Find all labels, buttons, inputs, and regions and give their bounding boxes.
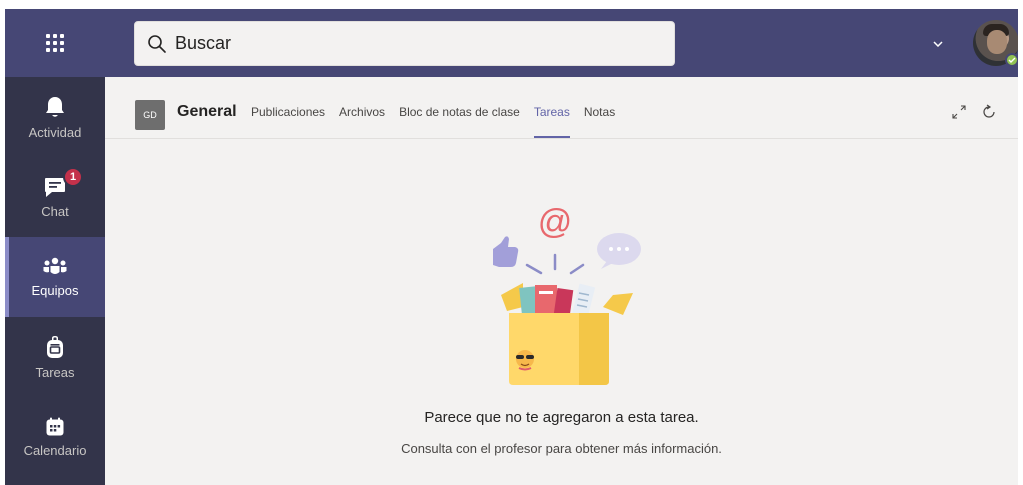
- chat-unread-badge: 1: [63, 167, 83, 187]
- rail-item-tareas[interactable]: Tareas: [5, 317, 105, 397]
- rail-item-equipos[interactable]: Equipos: [5, 237, 105, 317]
- rail-item-label: Actividad: [28, 124, 82, 140]
- profile-menu-chevron[interactable]: [930, 36, 946, 52]
- assignments-empty-state: @ Parece que no te agregaron a esta tare…: [105, 139, 1018, 485]
- channel-header: GD General Publicaciones Archivos Bloc d…: [105, 77, 1018, 139]
- tab-bloc-de-notas[interactable]: Bloc de notas de clase: [399, 105, 520, 138]
- top-bar: Buscar: [5, 9, 1018, 77]
- tab-notas[interactable]: Notas: [584, 105, 615, 138]
- backpack-icon: [47, 335, 63, 358]
- rail-item-calendario[interactable]: Calendario: [5, 397, 105, 477]
- rail-item-label: Chat: [41, 203, 69, 219]
- teams-icon: [43, 257, 67, 274]
- empty-box-illustration: @: [493, 203, 641, 385]
- calendar-icon: [46, 417, 64, 435]
- bell-icon: [46, 96, 64, 117]
- svg-text:@: @: [538, 203, 573, 241]
- app-launcher-button[interactable]: [5, 9, 105, 77]
- waffle-icon: [46, 34, 64, 52]
- presence-available-icon: [1005, 53, 1018, 67]
- app-bar: Actividad Chat 1 Equipos Tareas Calendar…: [5, 77, 105, 485]
- chevron-down-icon: [933, 41, 943, 47]
- rail-item-label: Tareas: [35, 364, 75, 380]
- search-placeholder: Buscar: [175, 33, 232, 53]
- tab-archivos[interactable]: Archivos: [339, 105, 385, 138]
- rail-item-actividad[interactable]: Actividad: [5, 77, 105, 157]
- channel-title: General: [177, 103, 237, 120]
- team-avatar: GD: [135, 100, 165, 130]
- refresh-icon[interactable]: [981, 104, 997, 120]
- empty-state-title: Parece que no te agregaron a esta tarea.: [424, 409, 699, 426]
- search-icon: [148, 34, 166, 53]
- tab-publicaciones[interactable]: Publicaciones: [251, 105, 325, 138]
- empty-state-subtitle: Consulta con el profesor para obtener má…: [401, 441, 722, 456]
- rail-item-label: Calendario: [23, 442, 87, 458]
- rail-item-chat[interactable]: Chat 1: [5, 157, 105, 237]
- tab-tareas[interactable]: Tareas: [533, 105, 570, 138]
- expand-icon[interactable]: [951, 104, 967, 120]
- teams-window: Buscar Actividad Chat 1 Equipos Tareas C…: [5, 9, 1018, 485]
- channel-tabs: Publicaciones Archivos Bloc de notas de …: [251, 105, 629, 138]
- search-box[interactable]: Buscar: [134, 21, 675, 66]
- rail-item-label: Equipos: [31, 282, 79, 298]
